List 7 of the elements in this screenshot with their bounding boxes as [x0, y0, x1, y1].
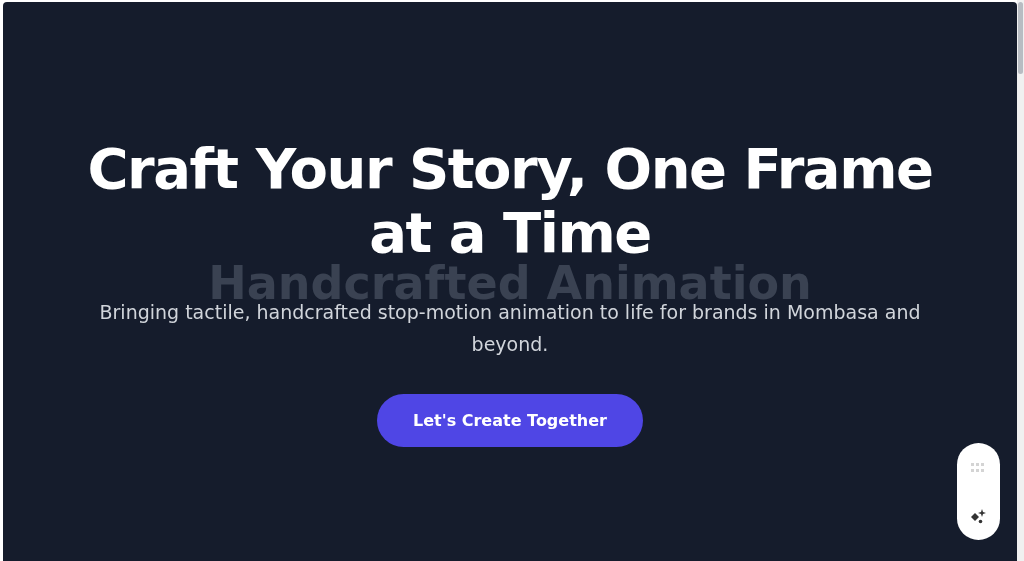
sparkle-icon[interactable]: [969, 507, 987, 525]
hero-subtitle: Bringing tactile, handcrafted stop-motion animation to life for brands in Mombasa and beyond.: [98, 300, 922, 357]
scrollbar[interactable]: [1017, 0, 1024, 561]
scrollbar-thumb[interactable]: [1018, 2, 1023, 74]
grid-icon[interactable]: [971, 463, 985, 473]
cta-button[interactable]: Let's Create Together: [377, 394, 643, 447]
hero-title: Craft Your Story, One Frame at a Time: [86, 137, 934, 265]
